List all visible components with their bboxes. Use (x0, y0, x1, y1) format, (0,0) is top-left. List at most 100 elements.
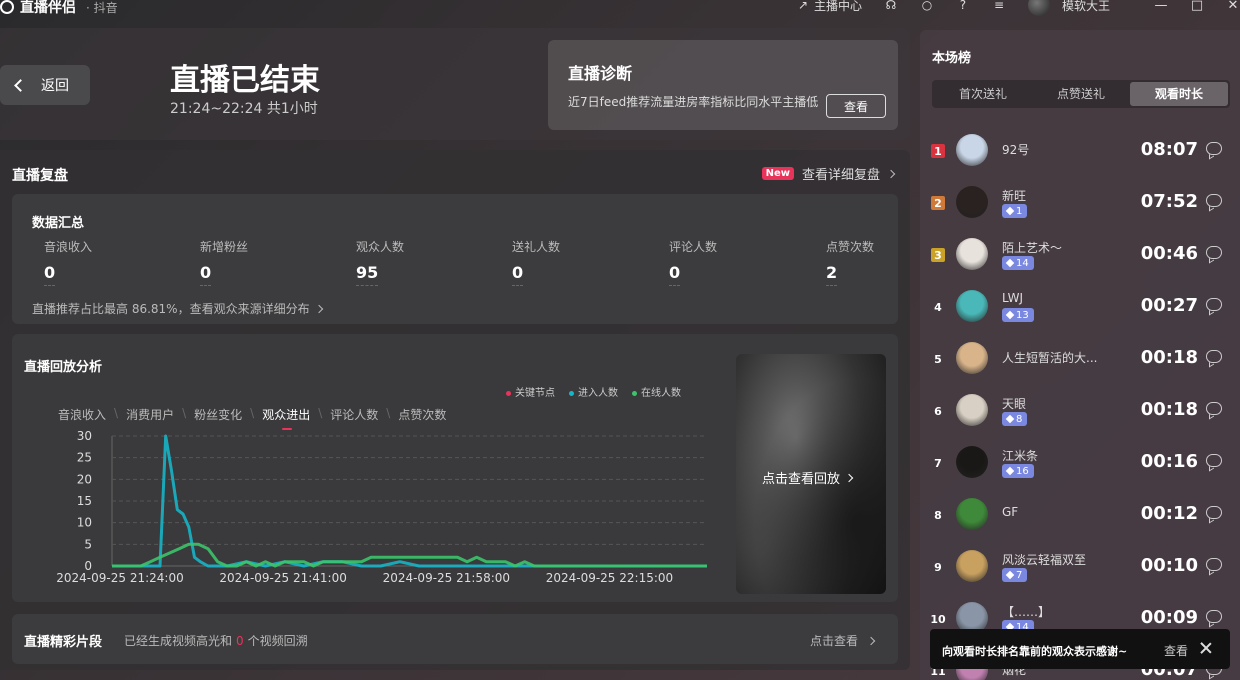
anchor-center-link[interactable]: ↗ 主播中心 (796, 0, 862, 14)
highlights-desc-suffix: 个视频回溯 (247, 634, 308, 648)
watch-time: 08:07 (1140, 139, 1198, 160)
chevron-right-icon (314, 304, 323, 313)
tab-gift-income[interactable]: 音浪收入 (58, 406, 106, 423)
chat-bubble-icon[interactable] (1206, 402, 1222, 415)
legend-item-online: 在线人数 (632, 384, 681, 399)
back-label: 返回 (41, 78, 69, 94)
ranking-row[interactable]: 3 陌上艺术～ 14 00:46 (920, 234, 1240, 286)
viewer-name: 江米条 (1002, 449, 1039, 463)
chat-bubble-icon[interactable] (1206, 298, 1222, 311)
ranking-row[interactable]: 6 天眼 8 00:18 (920, 390, 1240, 442)
diamond-icon (1005, 466, 1015, 476)
ranking-row[interactable]: 4 LWJ 13 00:27 (920, 286, 1240, 338)
tab-likes[interactable]: 点赞次数 (398, 406, 446, 423)
back-button[interactable]: 返回 (0, 65, 90, 105)
new-badge: New (761, 167, 794, 180)
highlights-view-link[interactable]: 点击查看 (810, 632, 876, 649)
replay-thumbnail[interactable]: 点击查看回放 (736, 354, 886, 594)
headset-button[interactable]: ☊ (884, 0, 898, 12)
ranking-row[interactable]: 2 新旺 1 07:52 (920, 182, 1240, 234)
tab-separator: \ (250, 406, 255, 420)
diamond-icon (1005, 258, 1015, 268)
help-icon: ? (959, 0, 967, 12)
tab-watch-time[interactable]: 观看时长 (1130, 82, 1228, 106)
metric-gift-senders[interactable]: 送礼人数 0 (512, 238, 652, 286)
chevron-right-icon (866, 636, 876, 645)
tab-first-gift[interactable]: 首次送礼 (934, 82, 1032, 106)
chat-bubble-icon[interactable] (1206, 454, 1222, 467)
legend-label: 关键节点 (515, 388, 555, 399)
metric-value: 0 (44, 263, 56, 286)
diagnosis-title: 直播诊断 (568, 64, 633, 83)
fan-level: 16 (1016, 465, 1029, 477)
close-icon[interactable] (1198, 640, 1214, 656)
highlights-card: 直播精彩片段 已经生成视频高光和 0 个视频回溯 点击查看 (12, 614, 898, 664)
ranking-row[interactable]: 5 人生短暂活的大... 00:18 (920, 338, 1240, 390)
diamond-icon (1005, 414, 1015, 424)
tab-viewer-flow[interactable]: 观众进出 (262, 406, 310, 430)
rank-number: 4 (934, 300, 942, 314)
viewer-avatar (956, 238, 988, 270)
watch-replay-link[interactable]: 点击查看回放 (762, 468, 854, 487)
viewer-name: 新旺 (1002, 189, 1027, 203)
chat-bubble-icon[interactable] (1206, 246, 1222, 259)
close-window-button[interactable]: ✕ (1226, 0, 1240, 13)
x-tick-label: 2024-09-25 21:24:00 (56, 571, 183, 585)
x-tick-label: 2024-09-25 21:41:00 (219, 571, 346, 585)
fan-level-badge: 8 (1002, 412, 1028, 426)
menu-button[interactable]: ≡ (992, 0, 1006, 12)
app-platform: · 抖音 (86, 0, 118, 15)
rank-number: 8 (934, 508, 942, 522)
diagnosis-view-button[interactable]: 查看 (826, 94, 886, 118)
minimize-button[interactable]: — (1154, 0, 1168, 13)
chat-bubble-icon[interactable] (1206, 194, 1222, 207)
help-button[interactable]: ? (956, 0, 970, 12)
rank-number: 9 (934, 560, 942, 574)
metric-commenters[interactable]: 评论人数 0 (669, 238, 809, 286)
viewer-name: LWJ (1002, 291, 1023, 305)
toast-text: 向观看时长排名靠前的观众表示感谢~ (942, 645, 1128, 658)
chat-bubble-icon[interactable] (1206, 142, 1222, 155)
metric-new-fans[interactable]: 新增粉丝 0 (200, 238, 340, 286)
fan-level-badge: 7 (1002, 568, 1028, 582)
ranking-row[interactable]: 9 风淡云轻福双至 7 00:10 (920, 546, 1240, 598)
user-profile[interactable]: 模软大王 (1027, 0, 1110, 16)
tab-like-gift[interactable]: 点赞送礼 (1032, 82, 1130, 106)
metric-gift-income[interactable]: 音浪收入 0 (44, 238, 184, 286)
chat-bubble-icon[interactable] (1206, 350, 1222, 363)
ranking-row[interactable]: 1 92号 08:07 (920, 130, 1240, 182)
highlights-count: 0 (236, 634, 244, 648)
tab-paying-users[interactable]: 消费用户 (126, 406, 174, 423)
rank-number: 3 (931, 248, 945, 262)
ranking-title: 本场榜 (932, 51, 972, 66)
chat-bubble-icon[interactable] (1206, 558, 1222, 571)
legend-item-key-node: 关键节点 (506, 384, 555, 399)
viewer-avatar (956, 550, 988, 582)
maximize-button[interactable]: □ (1190, 0, 1204, 13)
legend-label: 在线人数 (641, 388, 681, 399)
detail-review-link[interactable]: New 查看详细复盘 (761, 164, 896, 183)
chat-bubble-icon[interactable] (1206, 506, 1222, 519)
x-tick-label: 2024-09-25 21:58:00 (383, 571, 510, 585)
message-icon: ○ (921, 0, 933, 12)
tab-commenters[interactable]: 评论人数 (330, 406, 378, 423)
fan-level: 7 (1016, 569, 1023, 581)
diamond-icon (1005, 310, 1015, 320)
tab-fan-change[interactable]: 粉丝变化 (194, 406, 242, 423)
chevron-right-icon (844, 473, 854, 482)
diamond-icon (1005, 206, 1015, 216)
toast-view-link[interactable]: 查看 (1164, 642, 1188, 659)
chat-bubble-icon[interactable] (1206, 610, 1222, 623)
viewer-name: 【……】 (1002, 605, 1051, 619)
app-logo-icon (0, 0, 14, 14)
ranking-row[interactable]: 7 江米条 16 00:16 (920, 442, 1240, 494)
message-button[interactable]: ○ (920, 0, 934, 12)
legend-item-enter: 进入人数 (569, 384, 618, 399)
watch-time: 00:18 (1140, 399, 1198, 420)
viewer-flow-chart[interactable]: 0510152025302024-09-25 21:24:00 2024-09-2… (12, 424, 722, 594)
live-time-range: 21:24~22:24 共1小时 (170, 101, 318, 117)
traffic-source-link[interactable]: 直播推荐占比最高 86.81%，查看观众来源详细分布 (32, 300, 323, 317)
metric-viewers[interactable]: 观众人数 95 (356, 238, 496, 286)
ranking-row[interactable]: 8 GF 00:12 (920, 494, 1240, 546)
metric-value: 2 (826, 263, 838, 286)
